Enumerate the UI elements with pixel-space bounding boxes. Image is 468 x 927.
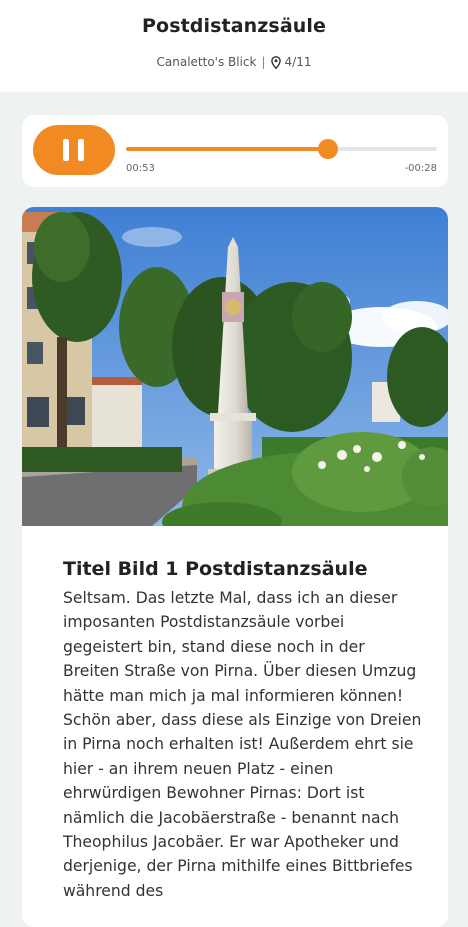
progress-slider[interactable]	[126, 139, 437, 159]
pause-icon	[63, 139, 69, 161]
location-pin-icon	[270, 55, 281, 69]
content-card: Titel Bild 1 Postdistanzsäule Seltsam. D…	[22, 207, 448, 927]
audio-player: 00:53 -00:28	[22, 115, 448, 187]
progress-fill	[126, 147, 329, 151]
content-title: Titel Bild 1 Postdistanzsäule	[63, 558, 368, 580]
tour-info: Canaletto's Blick | 4/11	[0, 55, 468, 69]
tour-name: Canaletto's Blick	[156, 55, 257, 69]
elapsed-time: 00:53	[126, 163, 155, 174]
page-title: Postdistanzsäule	[142, 15, 326, 37]
pause-button[interactable]	[33, 125, 115, 175]
content-body-text: Seltsam. Das letzte Mal, dass ich an die…	[63, 589, 422, 900]
top-bar: Postdistanzsäule Canaletto's Blick | 4/1…	[0, 0, 468, 92]
progress-thumb[interactable]	[318, 139, 339, 159]
remaining-time: -00:28	[404, 163, 437, 174]
postdistanzsaeule-photo	[22, 207, 448, 526]
stop-counter: 4/11	[284, 55, 312, 69]
separator: |	[261, 55, 266, 69]
